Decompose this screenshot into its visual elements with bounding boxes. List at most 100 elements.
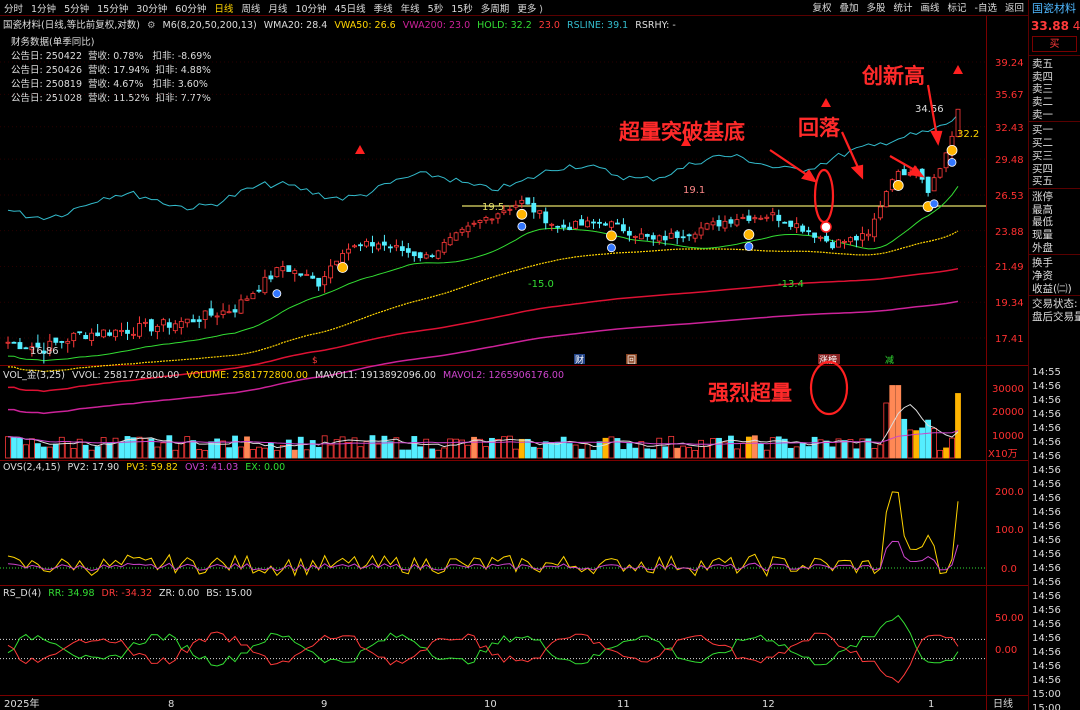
candle-body <box>23 347 29 350</box>
candle-body <box>603 223 608 226</box>
price-tick: 32.43 <box>995 123 1024 134</box>
price-tick: 35.67 <box>995 90 1024 101</box>
triangle-marker <box>821 98 831 107</box>
candle-body <box>65 340 71 344</box>
candle-body <box>17 342 23 350</box>
tick-time: 14:56 <box>1032 381 1061 392</box>
tick-time: 14:56 <box>1032 395 1061 406</box>
candle-body <box>698 227 704 236</box>
volume-bar <box>644 448 651 459</box>
candle-body <box>250 293 256 300</box>
volume-bar <box>883 402 890 459</box>
candle-body <box>597 221 602 224</box>
dr-label: DR: -34.32 <box>101 588 153 599</box>
volume-bar <box>662 446 669 459</box>
mavol1-label: MAVOL1: 1913892096.00 <box>314 370 436 381</box>
candle-body <box>662 235 668 241</box>
candle-body <box>818 236 823 239</box>
price-tick: 29.48 <box>995 155 1024 166</box>
volume-bar <box>937 449 943 459</box>
volume-bar <box>232 435 238 459</box>
candle-body <box>429 255 435 258</box>
rr-label: RR: 34.98 <box>48 588 95 599</box>
volume-bar <box>734 448 740 459</box>
candle-body <box>782 221 788 224</box>
ovs-axis: 200.0 100.0 0.0 <box>995 487 1024 575</box>
pv3-label: PV3: 59.82 <box>126 462 178 473</box>
volume-bar <box>94 446 101 459</box>
candle-body <box>376 243 381 250</box>
signal-dot <box>892 180 904 191</box>
candle-body <box>459 228 465 233</box>
candle-body <box>232 309 238 313</box>
candle-body <box>298 273 304 276</box>
volume-bar <box>608 436 615 459</box>
candle-body <box>53 337 59 343</box>
volume-bar <box>686 447 693 459</box>
candle-body <box>453 232 459 241</box>
volume-bar <box>907 429 914 459</box>
tick-time: 14:56 <box>1032 591 1061 602</box>
candle-body <box>423 254 429 259</box>
trade-status: 交易状态: 盘后交易量 <box>1029 295 1080 323</box>
sell-level: 卖二 <box>1032 96 1053 109</box>
candle-body <box>549 223 555 226</box>
volume-bar <box>399 449 406 459</box>
signal-dot <box>743 229 755 240</box>
candle-body <box>710 221 716 226</box>
candle-body <box>316 277 322 287</box>
candle-body <box>830 242 835 249</box>
candle-body <box>609 221 614 228</box>
candle-body <box>214 315 220 318</box>
candle-body <box>322 276 328 286</box>
candle-body <box>877 206 883 219</box>
rs-axis: 50.00 0.00 <box>995 613 1024 656</box>
candle-body <box>95 332 101 337</box>
volume-bar <box>441 447 448 459</box>
candle-body <box>393 245 399 248</box>
buy-level: 买二 <box>1032 137 1053 150</box>
kline-chart[interactable]: 39.24 35.67 32.43 29.48 26.53 23.88 21.4… <box>0 0 1028 710</box>
volume-bar <box>512 448 519 459</box>
candle-body <box>895 171 901 182</box>
volume-bar <box>710 438 716 459</box>
candle-body <box>621 224 626 232</box>
volume-bar <box>238 446 244 459</box>
candle-body <box>943 152 949 169</box>
candle-body <box>370 242 375 247</box>
volume-bar <box>345 442 352 459</box>
volume-bar <box>202 450 209 459</box>
volume-bar <box>895 385 902 459</box>
candle-body <box>728 219 734 224</box>
candle-body <box>83 335 89 340</box>
candle-body <box>752 217 758 220</box>
volume-bar <box>154 446 161 459</box>
candle-body <box>280 266 286 272</box>
volume-bar <box>572 444 579 459</box>
volume-bar <box>465 444 471 459</box>
volume-annotation: 强烈超量 <box>708 381 792 405</box>
candle-body <box>615 222 620 225</box>
date-tick: 1 <box>928 699 934 710</box>
stat-item: 净资 <box>1032 270 1053 282</box>
candle-body <box>734 219 740 226</box>
last-price-suffix: 4. <box>1072 19 1080 33</box>
candle-body <box>537 210 543 214</box>
candle-body <box>740 217 746 219</box>
signal-markers <box>272 65 963 299</box>
volume-bar <box>596 441 603 459</box>
stat-item: 最高 <box>1032 203 1053 216</box>
date-tick: 11 <box>617 699 630 710</box>
date-tick: 8 <box>168 699 174 710</box>
tick-time: 14:56 <box>1032 409 1061 420</box>
candle-body <box>543 211 549 224</box>
price-tick: 26.53 <box>995 191 1024 202</box>
candle-body <box>507 208 513 211</box>
buy-button[interactable]: 买 <box>1032 36 1077 52</box>
candle-body <box>447 237 453 246</box>
candle-body <box>638 233 644 240</box>
pullback-annotation: 回落 <box>798 116 840 140</box>
candle-body <box>758 217 764 220</box>
signal-dot-blue <box>272 289 282 299</box>
volume-bar <box>578 448 585 459</box>
